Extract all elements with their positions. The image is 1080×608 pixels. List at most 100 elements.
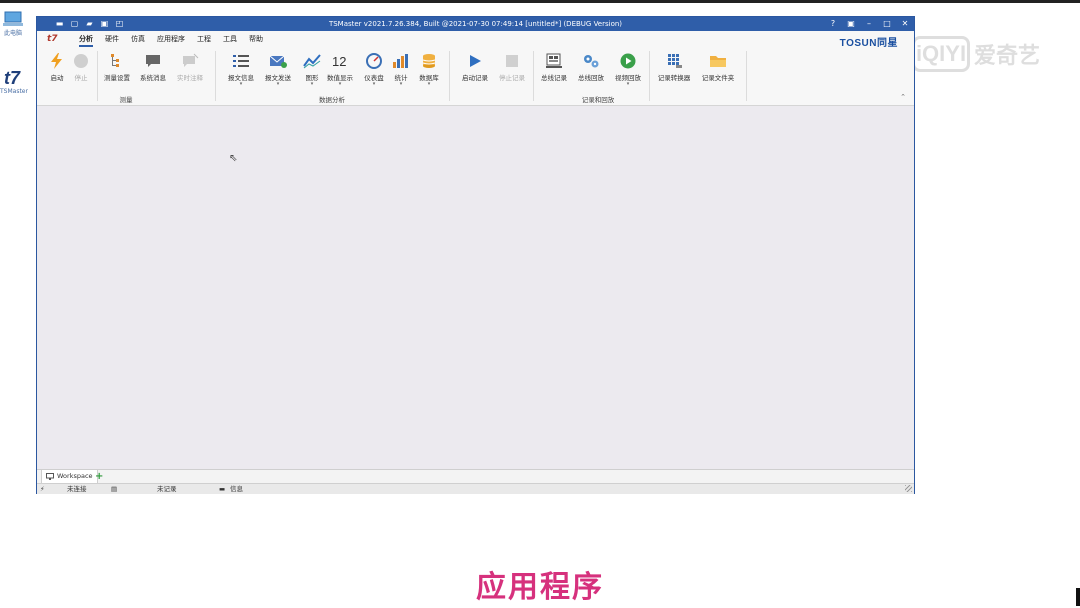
info-icon: ▬ [219, 485, 226, 493]
stop-button[interactable]: 停止 [64, 51, 98, 82]
monitor-icon [46, 473, 54, 480]
stop-icon [506, 55, 518, 67]
stop-circle-icon [74, 54, 88, 68]
menu-bar: t7 分析 硬件 仿真 应用程序 工程 工具 帮助 TOSUN同星 [37, 31, 914, 49]
menu-applications[interactable]: 应用程序 [157, 34, 185, 47]
group-label-measurement: 测量 [119, 96, 133, 104]
dropdown-caret-icon: ▾ [239, 81, 243, 87]
stop-recording-label: 停止记录 [499, 74, 525, 82]
video-subtitle: 应用程序 [476, 570, 604, 605]
bar-chart-icon [393, 54, 408, 68]
bus-record-button[interactable]: 总线记录 [537, 51, 571, 82]
measurement-setup-label: 测量设置 [104, 74, 130, 82]
menu-hardware[interactable]: 硬件 [105, 34, 119, 47]
maximize-button[interactable]: □ [882, 17, 892, 31]
bus-record-icon [546, 53, 562, 68]
start-label: 启动 [50, 74, 64, 82]
number-icon: 12 [332, 54, 346, 69]
menu-items: 分析 硬件 仿真 应用程序 工程 工具 帮助 [79, 34, 263, 47]
workspace-tab-bar: Workspace + [37, 469, 914, 484]
info-status[interactable]: 信息 [230, 484, 243, 494]
svg-text:t7: t7 [4, 68, 21, 88]
gauge-icon [366, 53, 382, 69]
resize-grip-icon[interactable] [905, 485, 912, 492]
list-icon [233, 55, 249, 67]
disconnected-icon: ⚡ [40, 485, 45, 493]
start-recording-button[interactable]: 启动记录 [458, 51, 492, 82]
realtime-comment-button[interactable]: 实时注释 [173, 51, 207, 82]
minimize-button[interactable]: – [864, 17, 874, 31]
system-messages-label: 系统消息 [140, 74, 166, 82]
title-bar[interactable]: ▬ ▢ ▰ ▣ ◰ TSMaster v2021.7.26.384, Built… [37, 17, 914, 31]
restore-layout-button[interactable]: ▣ [846, 17, 856, 31]
desktop-icon-tsmaster[interactable]: t7 TSMaster [0, 66, 28, 95]
message-info-button[interactable]: 报文信息 ▾ [224, 51, 258, 87]
menu-tools[interactable]: 工具 [223, 34, 237, 47]
bus-playback-button[interactable]: 总线回放 [574, 51, 608, 82]
window-controls: ? ▣ – □ ✕ [828, 17, 910, 31]
play-icon [470, 55, 481, 67]
tab-workspace-label: Workspace [57, 472, 93, 480]
message-send-button[interactable]: 报文发送 ▾ [261, 51, 295, 87]
record-folder-label: 记录文件夹 [701, 74, 735, 82]
computer-icon [3, 11, 23, 26]
menu-analysis[interactable]: 分析 [79, 34, 93, 47]
desktop-icon-label: TSMaster [0, 88, 28, 95]
status-bar: ⚡ 未连接 ▤ 未记录 ▬ 信息 [37, 483, 914, 494]
mouse-cursor-icon: ⇖ [229, 153, 238, 164]
ribbon-toolbar: 启动 停止 测量设置 系统消息 实时注释 测量 报文信息 ▾ 报文发送 ▾ 图形… [37, 47, 914, 106]
close-button[interactable]: ✕ [900, 17, 910, 31]
workspace-area[interactable]: ⇖ [37, 106, 914, 469]
tsmaster-window: ▬ ▢ ▰ ▣ ◰ TSMaster v2021.7.26.384, Built… [36, 16, 915, 494]
stop-label: 停止 [74, 74, 88, 82]
dropdown-caret-icon: ▾ [276, 81, 280, 87]
dropdown-caret-icon: ▾ [338, 81, 342, 87]
stop-recording-button[interactable]: 停止记录 [495, 51, 529, 82]
group-label-record-playback: 记录和回放 [581, 96, 615, 104]
collapse-ribbon-icon[interactable]: ⌃ [900, 93, 906, 101]
comment-icon [183, 53, 199, 67]
screen-edge [1076, 588, 1080, 606]
gears-icon [584, 55, 599, 68]
help-button[interactable]: ? [828, 17, 838, 31]
start-recording-label: 启动记录 [462, 74, 488, 82]
numeric-display-button[interactable]: 12 数值显示 ▾ [323, 51, 357, 87]
dropdown-caret-icon: ▾ [427, 81, 431, 87]
iqiyi-watermark: iQIYI 爱奇艺 [912, 34, 1040, 74]
desktop-icon-computer[interactable]: 此电脑 [0, 10, 26, 37]
bus-record-label: 总线记录 [541, 74, 567, 82]
dropdown-caret-icon: ▾ [626, 81, 630, 87]
realtime-comment-label: 实时注释 [177, 74, 203, 82]
video-play-icon [620, 53, 636, 69]
menu-project[interactable]: 工程 [197, 34, 211, 47]
recording-status: 未记录 [157, 485, 177, 493]
database-button[interactable]: 数据库 ▾ [412, 51, 446, 87]
group-label-data-analysis: 数据分析 [319, 96, 345, 104]
ribbon-separator [746, 51, 747, 101]
add-tab-button[interactable]: + [95, 470, 103, 483]
screen-top-border [0, 0, 1080, 3]
menu-help[interactable]: 帮助 [249, 34, 263, 47]
measurement-setup-button[interactable]: 测量设置 [100, 51, 134, 82]
chat-icon [146, 55, 160, 67]
desktop-icon-label: 此电脑 [3, 30, 22, 37]
graph-icon [303, 54, 321, 69]
watermark-text: 爱奇艺 [974, 44, 1041, 69]
tree-icon [111, 54, 119, 67]
connection-status: 未连接 [67, 485, 87, 493]
tsmaster-app-icon: t7 [4, 68, 21, 88]
bus-playback-label: 总线回放 [578, 74, 604, 82]
app-menu-logo[interactable]: t7 [47, 34, 58, 44]
grid-convert-icon [668, 54, 682, 68]
envelope-icon [269, 55, 287, 68]
record-converter-button[interactable]: 记录转换器 [654, 51, 694, 82]
menu-simulation[interactable]: 仿真 [131, 34, 145, 47]
watermark-logo: iQIYI [912, 36, 970, 72]
video-playback-button[interactable]: 视频回放 ▾ [611, 51, 645, 87]
record-folder-button[interactable]: 记录文件夹 [697, 51, 739, 82]
folder-icon [710, 56, 726, 67]
window-title: TSMaster v2021.7.26.384, Built @2021-07-… [328, 20, 623, 28]
tab-workspace[interactable]: Workspace [41, 470, 98, 484]
system-messages-button[interactable]: 系统消息 [136, 51, 170, 82]
record-converter-label: 记录转换器 [657, 74, 691, 82]
